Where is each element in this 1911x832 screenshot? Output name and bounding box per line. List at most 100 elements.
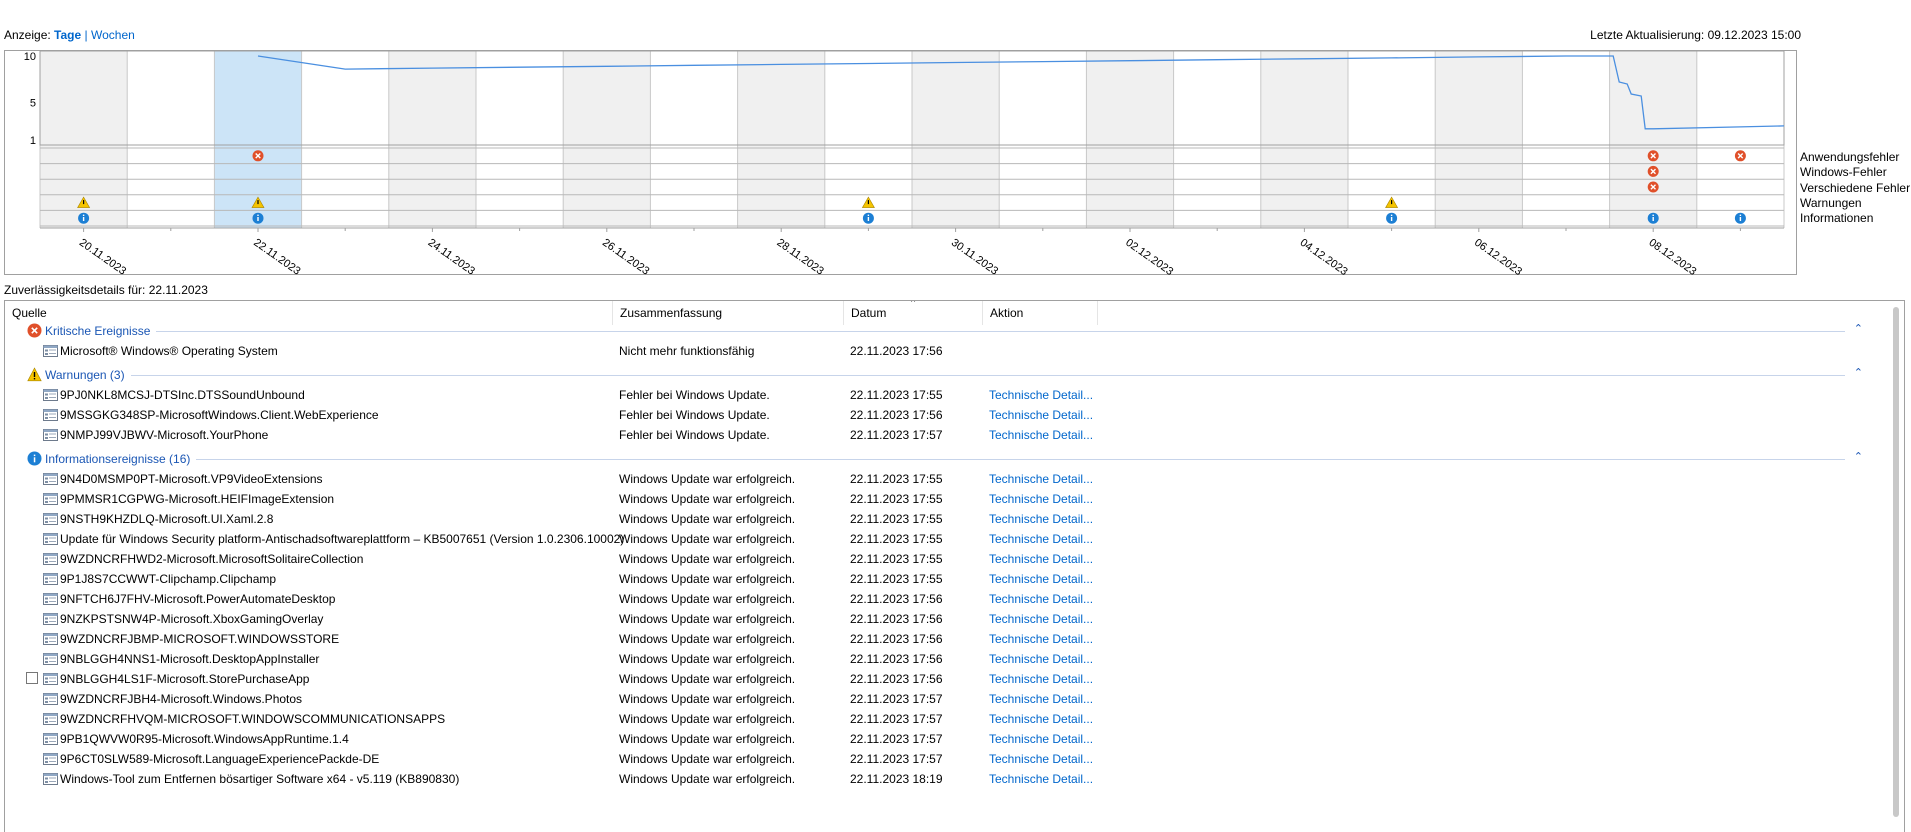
application-icon <box>43 613 58 625</box>
row-summary: Fehler bei Windows Update. <box>619 408 770 422</box>
row-source: 9NFTCH6J7FHV-Microsoft.PowerAutomateDesk… <box>60 592 336 606</box>
table-row[interactable]: 9P6CT0SLW589-Microsoft.LanguageExperienc… <box>5 749 1885 769</box>
table-row[interactable]: 9PJ0NKL8MCSJ-DTSInc.DTSSoundUnbound Fehle… <box>5 385 1885 405</box>
group-header[interactable]: Warnungen (3) ⌃ <box>5 365 1885 385</box>
table-row[interactable]: 9NBLGGH4LS1F-Microsoft.StorePurchaseApp W… <box>5 669 1885 689</box>
weeks-link[interactable]: Wochen <box>91 28 135 42</box>
day-column[interactable] <box>650 51 738 228</box>
day-column[interactable] <box>1086 51 1174 228</box>
table-row[interactable]: 9PMMSR1CGPWG-Microsoft.HEIFImageExtensio… <box>5 489 1885 509</box>
technical-details-link[interactable]: Technische Detail... <box>989 672 1093 686</box>
group-header[interactable]: Informationsereignisse (16) ⌃ <box>5 449 1885 469</box>
technical-details-link[interactable]: Technische Detail... <box>989 388 1093 402</box>
day-column[interactable] <box>127 51 215 228</box>
day-column[interactable] <box>301 51 389 228</box>
row-source: 9N4D0MSMP0PT-Microsoft.VP9VideoExtension… <box>60 472 323 486</box>
group-divider <box>131 375 1845 376</box>
day-column[interactable] <box>1522 51 1610 228</box>
application-icon <box>43 693 58 705</box>
technical-details-link[interactable]: Technische Detail... <box>989 512 1093 526</box>
day-column[interactable] <box>1173 51 1261 228</box>
table-row[interactable]: 9WZDNCRFJBH4-Microsoft.Windows.Photos Win… <box>5 689 1885 709</box>
scrollbar-thumb[interactable] <box>1893 307 1899 817</box>
info-icon-mark <box>867 217 870 221</box>
row-date: 22.11.2023 17:55 <box>850 492 943 506</box>
technical-details-link[interactable]: Technische Detail... <box>989 492 1093 506</box>
table-row[interactable]: Microsoft® Windows® Operating System Nich… <box>5 341 1885 361</box>
day-column[interactable] <box>1609 51 1697 228</box>
table-row[interactable]: 9NSTH9KHZDLQ-Microsoft.UI.Xaml.2.8 Window… <box>5 509 1885 529</box>
table-row[interactable]: 9NMPJ99VJBWV-Microsoft.YourPhone Fehler b… <box>5 425 1885 445</box>
day-column[interactable] <box>476 51 564 228</box>
row-source: 9NSTH9KHZDLQ-Microsoft.UI.Xaml.2.8 <box>60 512 274 526</box>
row-date: 22.11.2023 17:55 <box>850 512 943 526</box>
technical-details-link[interactable]: Technische Detail... <box>989 692 1093 706</box>
table-row[interactable]: Update für Windows Security platform-Ant… <box>5 529 1885 549</box>
row-summary: Windows Update war erfolgreich. <box>619 532 796 546</box>
table-row[interactable]: 9NBLGGH4NNS1-Microsoft.DesktopAppInstall… <box>5 649 1885 669</box>
technical-details-link[interactable]: Technische Detail... <box>989 592 1093 606</box>
application-icon <box>43 533 58 545</box>
info-icon-mark <box>257 217 259 221</box>
table-row[interactable]: 9WZDNCRFJBMP-MICROSOFT.WINDOWSSTORE Windo… <box>5 629 1885 649</box>
technical-details-link[interactable]: Technische Detail... <box>989 572 1093 586</box>
table-row[interactable]: 9MSSGKG348SP-MicrosoftWindows.Client.Web… <box>5 405 1885 425</box>
day-column[interactable] <box>1435 51 1523 228</box>
technical-details-link[interactable]: Technische Detail... <box>989 408 1093 422</box>
day-column[interactable] <box>563 51 651 228</box>
table-row[interactable]: 9NFTCH6J7FHV-Microsoft.PowerAutomateDesk… <box>5 589 1885 609</box>
day-column[interactable] <box>1696 51 1784 228</box>
technical-details-link[interactable]: Technische Detail... <box>989 612 1093 626</box>
technical-details-link[interactable]: Technische Detail... <box>989 712 1093 726</box>
application-icon <box>43 673 58 685</box>
details-list[interactable]: ^ Quelle Zusammenfassung Datum Aktion Kr… <box>4 300 1905 832</box>
group-header[interactable]: Kritische Ereignisse ⌃ <box>5 321 1885 341</box>
technical-details-link[interactable]: Technische Detail... <box>989 632 1093 646</box>
collapse-chevron-icon[interactable]: ⌃ <box>1854 322 1863 335</box>
row-source: 9WZDNCRFHWD2-Microsoft.MicrosoftSolitair… <box>60 552 364 566</box>
day-column[interactable] <box>737 51 825 228</box>
table-row[interactable]: 9P1J8S7CCWWT-Clipchamp.Clipchamp Windows … <box>5 569 1885 589</box>
row-date: 22.11.2023 17:57 <box>850 752 943 766</box>
row-source: 9NBLGGH4NNS1-Microsoft.DesktopAppInstall… <box>60 652 320 666</box>
technical-details-link[interactable]: Technische Detail... <box>989 428 1093 442</box>
technical-details-link[interactable]: Technische Detail... <box>989 552 1093 566</box>
table-row[interactable]: 9NZKPSTSNW4P-Microsoft.XboxGamingOverlay… <box>5 609 1885 629</box>
day-column[interactable] <box>999 51 1087 228</box>
application-icon <box>43 593 58 605</box>
warning-icon-mark <box>1391 200 1393 205</box>
table-row[interactable]: 9N4D0MSMP0PT-Microsoft.VP9VideoExtension… <box>5 469 1885 489</box>
row-source: 9WZDNCRFJBMP-MICROSOFT.WINDOWSSTORE <box>60 632 340 646</box>
row-summary: Windows Update war erfolgreich. <box>619 512 796 526</box>
info-icon-mark <box>1652 217 1654 221</box>
technical-details-link[interactable]: Technische Detail... <box>989 752 1093 766</box>
table-row[interactable]: 9WZDNCRFHVQM-MICROSOFT.WINDOWSCOMMUNICAT… <box>5 709 1885 729</box>
row-summary: Windows Update war erfolgreich. <box>619 492 796 506</box>
technical-details-link[interactable]: Technische Detail... <box>989 652 1093 666</box>
legend-warnings: Warnungen <box>1800 195 1862 210</box>
collapse-chevron-icon[interactable]: ⌃ <box>1854 366 1863 379</box>
day-column[interactable] <box>388 51 476 228</box>
technical-details-link[interactable]: Technische Detail... <box>989 772 1093 786</box>
vertical-scrollbar[interactable] <box>1888 301 1904 832</box>
table-row[interactable]: Windows-Tool zum Entfernen bösartiger So… <box>5 769 1885 789</box>
info-icon-dot <box>1739 214 1742 216</box>
table-row[interactable]: 9PB1QWVW0R95-Microsoft.WindowsAppRuntime… <box>5 729 1885 749</box>
technical-details-link[interactable]: Technische Detail... <box>989 532 1093 546</box>
days-link[interactable]: Tage <box>54 28 81 42</box>
row-summary: Windows Update war erfolgreich. <box>619 632 796 646</box>
table-row[interactable]: 9WZDNCRFHWD2-Microsoft.MicrosoftSolitair… <box>5 549 1885 569</box>
collapse-chevron-icon[interactable]: ⌃ <box>1854 450 1863 463</box>
application-icon <box>43 473 58 485</box>
technical-details-link[interactable]: Technische Detail... <box>989 472 1093 486</box>
row-checkbox[interactable] <box>26 672 38 684</box>
reliability-chart[interactable]: 105120.11.2023 22.11.2023 24.11.2023 26.11.… <box>0 48 1800 280</box>
day-column[interactable] <box>912 51 1000 228</box>
day-column[interactable] <box>1260 51 1348 228</box>
row-date: 22.11.2023 17:56 <box>850 652 943 666</box>
legend-windows-errors: Windows-Fehler <box>1800 165 1887 180</box>
row-date: 22.11.2023 17:56 <box>850 592 943 606</box>
row-date: 22.11.2023 17:57 <box>850 428 943 442</box>
technical-details-link[interactable]: Technische Detail... <box>989 732 1093 746</box>
row-source: 9P1J8S7CCWWT-Clipchamp.Clipchamp <box>60 572 277 586</box>
